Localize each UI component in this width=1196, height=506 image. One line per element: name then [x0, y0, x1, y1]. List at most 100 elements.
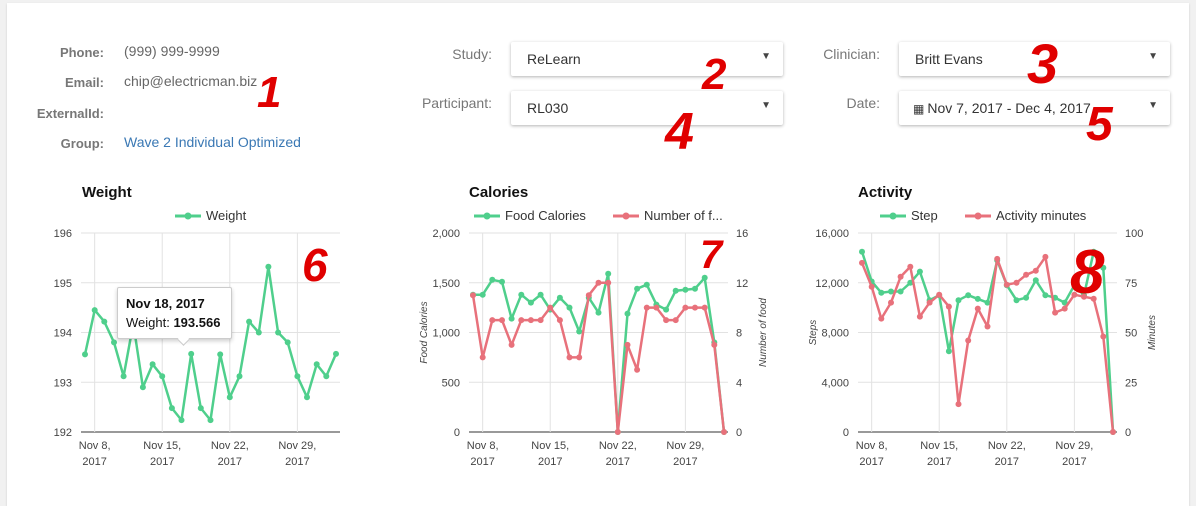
- legend-label: Activity minutes: [996, 208, 1087, 223]
- data-point: [1071, 291, 1078, 298]
- legend-label: Step: [911, 208, 938, 223]
- data-point: [149, 361, 156, 368]
- data-point: [945, 348, 952, 355]
- charts-layer: 196 195 194 193 192 Nov 8, 2017 Nov 15, 2017 Nov …: [54, 208, 1158, 468]
- x-tick-label: 2017: [218, 456, 242, 468]
- data-point: [663, 317, 670, 324]
- data-point: [585, 292, 592, 299]
- data-point: [159, 373, 166, 380]
- data-point: [304, 394, 310, 401]
- data-point: [1013, 279, 1020, 286]
- data-point: [479, 291, 486, 298]
- data-point: [566, 354, 573, 361]
- data-point: [217, 351, 224, 358]
- data-point: [508, 341, 515, 348]
- y-tick-label: 8,000: [821, 328, 849, 340]
- data-point: [576, 354, 583, 361]
- data-point: [916, 313, 923, 320]
- data-point: [859, 248, 865, 255]
- y2-tick-label: 4: [736, 377, 742, 389]
- data-point: [974, 305, 981, 312]
- x-tick-label: Nov 22,: [211, 440, 249, 452]
- x-tick-label: Nov 15,: [531, 440, 569, 452]
- data-point: [653, 304, 660, 311]
- data-point: [605, 270, 612, 277]
- data-point: [907, 263, 914, 270]
- data-point: [1071, 282, 1078, 289]
- data-point: [1003, 281, 1010, 288]
- data-point: [527, 299, 534, 306]
- data-point: [1100, 264, 1107, 271]
- data-point: [111, 339, 117, 346]
- data-point: [692, 304, 698, 311]
- data-point: [897, 273, 904, 280]
- tooltip-value: 193.566: [173, 315, 221, 330]
- y-tick-label: 500: [442, 377, 460, 389]
- legend-label: Weight: [206, 208, 247, 223]
- series-line: [473, 272, 726, 434]
- data-point: [721, 429, 727, 435]
- data-point: [1052, 309, 1059, 316]
- y2-tick-label: 0: [1125, 427, 1131, 439]
- data-point: [897, 288, 904, 295]
- x-tick-label: 2017: [470, 456, 494, 468]
- y-tick-label: 0: [454, 427, 460, 439]
- data-point: [489, 276, 496, 283]
- data-point: [643, 281, 650, 288]
- data-point: [643, 304, 650, 311]
- data-point: [188, 350, 195, 357]
- x-tick-label: Nov 22,: [599, 440, 637, 452]
- participant-dashboard: Phone: (999) 999-9999 Email: chip@electr…: [7, 3, 1189, 506]
- data-point: [556, 317, 563, 324]
- data-point: [672, 317, 679, 324]
- x-tick-label: 2017: [82, 456, 106, 468]
- data-point: [682, 304, 689, 311]
- x-tick-label: 2017: [285, 456, 309, 468]
- data-point: [120, 373, 127, 380]
- data-point: [916, 268, 923, 275]
- y2-tick-label: 50: [1125, 328, 1137, 340]
- data-point: [965, 292, 972, 299]
- weight-tooltip: Nov 18, 2017 Weight: 193.566: [117, 287, 232, 346]
- y2-axis-title: Minutes: [1147, 315, 1158, 350]
- data-point: [888, 299, 894, 306]
- data-point: [1023, 294, 1030, 301]
- data-point: [139, 384, 146, 391]
- data-point: [955, 297, 962, 304]
- data-point: [1090, 295, 1097, 302]
- data-point: [518, 317, 525, 324]
- data-point: [489, 317, 496, 324]
- data-point: [1013, 297, 1020, 304]
- data-point: [236, 373, 243, 380]
- data-point: [926, 299, 933, 306]
- data-point: [868, 283, 875, 290]
- data-point: [955, 401, 962, 408]
- data-point: [624, 310, 631, 317]
- y-tick-label: 192: [54, 427, 72, 439]
- x-tick-label: Nov 8,: [467, 440, 499, 452]
- y2-tick-label: 0: [736, 427, 742, 439]
- data-point: [878, 315, 885, 322]
- y-axis-title: Steps: [808, 320, 819, 346]
- data-point: [518, 291, 525, 298]
- x-tick-label: Nov 8,: [856, 440, 888, 452]
- x-tick-label: 2017: [150, 456, 174, 468]
- data-point: [1023, 271, 1030, 278]
- legend-label: Number of f...: [644, 208, 723, 223]
- legend-marker: [889, 212, 897, 220]
- data-point: [275, 329, 282, 336]
- data-point: [207, 417, 214, 424]
- data-point: [576, 328, 583, 335]
- data-point: [672, 287, 679, 294]
- data-point: [701, 274, 708, 281]
- data-point: [1042, 292, 1049, 299]
- x-tick-label: 2017: [606, 456, 630, 468]
- x-tick-label: 2017: [927, 456, 951, 468]
- legend-marker: [184, 212, 192, 220]
- data-point: [663, 306, 670, 313]
- data-point: [470, 292, 476, 299]
- data-point: [566, 304, 573, 311]
- data-point: [499, 278, 505, 285]
- data-point: [313, 361, 320, 368]
- data-point: [226, 394, 233, 401]
